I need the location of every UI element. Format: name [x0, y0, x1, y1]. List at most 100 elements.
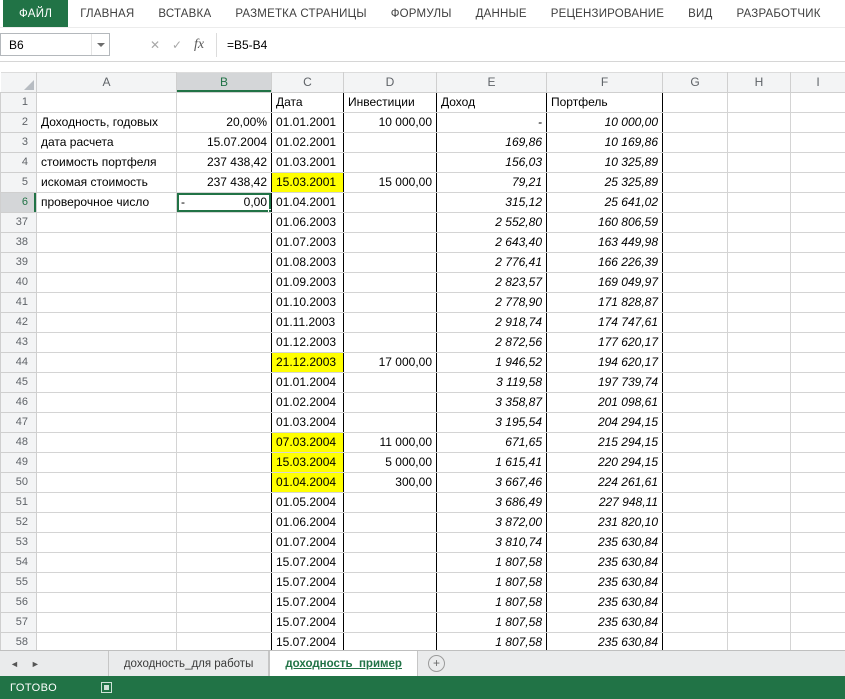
- cell-C39[interactable]: 01.08.2003: [271, 252, 344, 273]
- cell-E3[interactable]: 169,86: [436, 132, 547, 153]
- cell-A6[interactable]: проверочное число: [36, 192, 177, 213]
- cell-F51[interactable]: 227 948,11: [546, 492, 663, 513]
- cell-C57[interactable]: 15.07.2004: [271, 612, 344, 633]
- ribbon-tab-4[interactable]: ДАННЫЕ: [464, 0, 539, 27]
- column-header-F[interactable]: F: [546, 72, 663, 93]
- cell-D54[interactable]: [343, 552, 437, 573]
- cell-B55[interactable]: [176, 572, 272, 593]
- cell-A3[interactable]: дата расчета: [36, 132, 177, 153]
- cell-F53[interactable]: 235 630,84: [546, 532, 663, 553]
- row-header-46[interactable]: 46: [0, 392, 37, 413]
- cell-B47[interactable]: [176, 412, 272, 433]
- cell-C56[interactable]: 15.07.2004: [271, 592, 344, 613]
- cell-D5[interactable]: 15 000,00: [343, 172, 437, 193]
- cell-D55[interactable]: [343, 572, 437, 593]
- cell-A52[interactable]: [36, 512, 177, 533]
- row-header-57[interactable]: 57: [0, 612, 37, 633]
- cell-H1[interactable]: [727, 92, 791, 113]
- cell-E4[interactable]: 156,03: [436, 152, 547, 173]
- cell-G55[interactable]: [662, 572, 728, 593]
- cell-G44[interactable]: [662, 352, 728, 373]
- cell-D43[interactable]: [343, 332, 437, 353]
- column-header-H[interactable]: H: [727, 72, 791, 93]
- ribbon-tab-1[interactable]: ВСТАВКА: [146, 0, 223, 27]
- cell-F41[interactable]: 171 828,87: [546, 292, 663, 313]
- cell-F55[interactable]: 235 630,84: [546, 572, 663, 593]
- cell-H45[interactable]: [727, 372, 791, 393]
- cell-C38[interactable]: 01.07.2003: [271, 232, 344, 253]
- formula-input[interactable]: =B5-B4: [223, 38, 845, 52]
- column-header-I[interactable]: I: [790, 72, 845, 93]
- file-tab[interactable]: ФАЙЛ: [3, 0, 69, 27]
- cell-I37[interactable]: [790, 212, 845, 233]
- cell-C52[interactable]: 01.06.2004: [271, 512, 344, 533]
- cell-G37[interactable]: [662, 212, 728, 233]
- cell-E37[interactable]: 2 552,80: [436, 212, 547, 233]
- cell-B6[interactable]: -0,00: [176, 192, 272, 213]
- cell-G1[interactable]: [662, 92, 728, 113]
- cell-F52[interactable]: 231 820,10: [546, 512, 663, 533]
- cell-A43[interactable]: [36, 332, 177, 353]
- cell-I5[interactable]: [790, 172, 845, 193]
- cell-G41[interactable]: [662, 292, 728, 313]
- cell-I42[interactable]: [790, 312, 845, 333]
- cell-F6[interactable]: 25 641,02: [546, 192, 663, 213]
- row-header-38[interactable]: 38: [0, 232, 37, 253]
- cell-B57[interactable]: [176, 612, 272, 633]
- cell-G40[interactable]: [662, 272, 728, 293]
- cell-A55[interactable]: [36, 572, 177, 593]
- cell-I56[interactable]: [790, 592, 845, 613]
- cell-B50[interactable]: [176, 472, 272, 493]
- cell-A40[interactable]: [36, 272, 177, 293]
- cell-G43[interactable]: [662, 332, 728, 353]
- cell-D41[interactable]: [343, 292, 437, 313]
- row-header-52[interactable]: 52: [0, 512, 37, 533]
- cell-G48[interactable]: [662, 432, 728, 453]
- cell-E50[interactable]: 3 667,46: [436, 472, 547, 493]
- cell-A57[interactable]: [36, 612, 177, 633]
- cell-H44[interactable]: [727, 352, 791, 373]
- cell-D47[interactable]: [343, 412, 437, 433]
- cell-G52[interactable]: [662, 512, 728, 533]
- cell-E47[interactable]: 3 195,54: [436, 412, 547, 433]
- sheet-tab-0[interactable]: доходность_для работы: [107, 651, 270, 676]
- row-header-54[interactable]: 54: [0, 552, 37, 573]
- cell-A51[interactable]: [36, 492, 177, 513]
- cell-G53[interactable]: [662, 532, 728, 553]
- cell-I38[interactable]: [790, 232, 845, 253]
- row-header-43[interactable]: 43: [0, 332, 37, 353]
- cell-F40[interactable]: 169 049,97: [546, 272, 663, 293]
- cell-B4[interactable]: 237 438,42: [176, 152, 272, 173]
- row-header-45[interactable]: 45: [0, 372, 37, 393]
- row-header-56[interactable]: 56: [0, 592, 37, 613]
- cell-C50[interactable]: 01.04.2004: [271, 472, 344, 493]
- cell-H4[interactable]: [727, 152, 791, 173]
- cell-F42[interactable]: 174 747,61: [546, 312, 663, 333]
- cell-B48[interactable]: [176, 432, 272, 453]
- cell-D57[interactable]: [343, 612, 437, 633]
- row-header-1[interactable]: 1: [0, 92, 37, 113]
- name-box[interactable]: B6: [0, 33, 110, 56]
- cell-E57[interactable]: 1 807,58: [436, 612, 547, 633]
- cell-E38[interactable]: 2 643,40: [436, 232, 547, 253]
- cell-B46[interactable]: [176, 392, 272, 413]
- cell-I53[interactable]: [790, 532, 845, 553]
- row-header-53[interactable]: 53: [0, 532, 37, 553]
- cell-H56[interactable]: [727, 592, 791, 613]
- cell-E55[interactable]: 1 807,58: [436, 572, 547, 593]
- cell-G6[interactable]: [662, 192, 728, 213]
- cell-H58[interactable]: [727, 632, 791, 650]
- column-header-G[interactable]: G: [662, 72, 728, 93]
- cell-A38[interactable]: [36, 232, 177, 253]
- cell-E56[interactable]: 1 807,58: [436, 592, 547, 613]
- row-header-3[interactable]: 3: [0, 132, 37, 153]
- cell-H53[interactable]: [727, 532, 791, 553]
- cell-C54[interactable]: 15.07.2004: [271, 552, 344, 573]
- cell-B56[interactable]: [176, 592, 272, 613]
- cell-H38[interactable]: [727, 232, 791, 253]
- cancel-icon[interactable]: ✕: [144, 33, 166, 56]
- column-header-D[interactable]: D: [343, 72, 437, 93]
- cell-B38[interactable]: [176, 232, 272, 253]
- cell-I44[interactable]: [790, 352, 845, 373]
- cell-B43[interactable]: [176, 332, 272, 353]
